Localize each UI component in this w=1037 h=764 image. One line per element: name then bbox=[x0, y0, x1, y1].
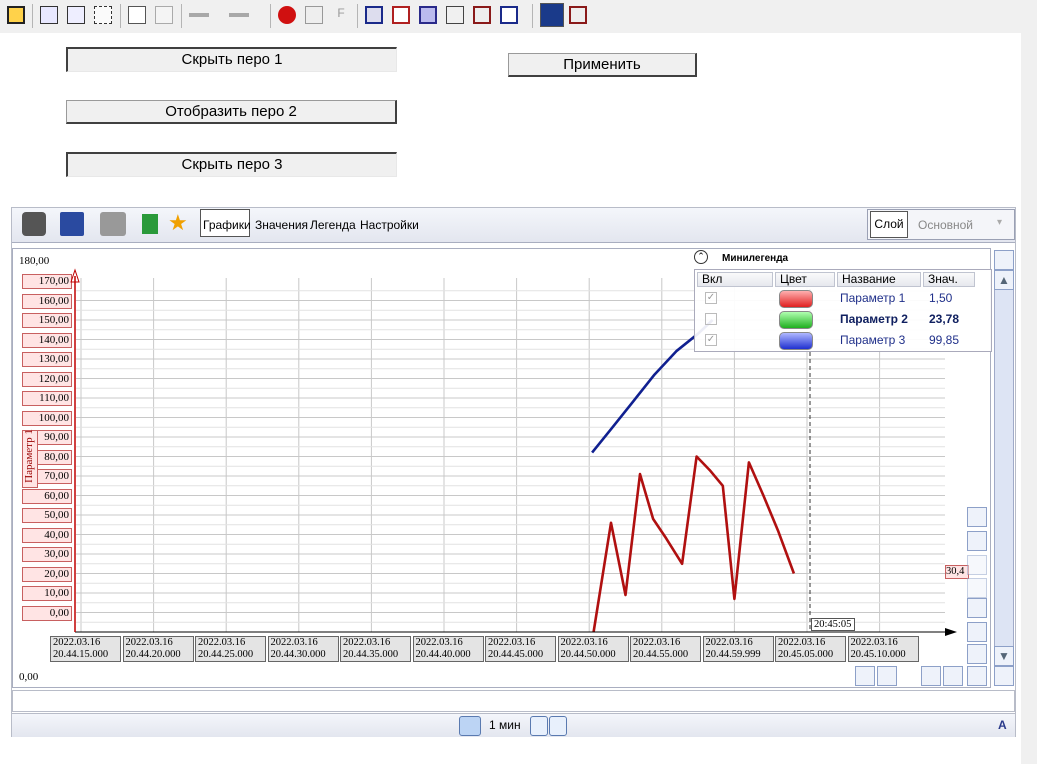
x-tick-date: 2022.03.16 bbox=[778, 637, 826, 648]
cursor-value-label: 30,4 bbox=[945, 565, 969, 579]
x-tick-date: 2022.03.16 bbox=[488, 637, 536, 648]
x-tick-label: 2022.03.16 20.44.30.000 bbox=[267, 636, 339, 662]
x-tick-time: 20.44.15.000 bbox=[53, 649, 109, 660]
scroll-down-icon[interactable]: ▼ bbox=[994, 646, 1014, 666]
status-row bbox=[12, 690, 1015, 712]
x-tick-date: 2022.03.16 bbox=[270, 637, 318, 648]
legend-value-1: 1,50 bbox=[929, 291, 953, 305]
x-tick-time: 20.44.30.000 bbox=[270, 649, 326, 660]
x-tick-label: 2022.03.16 20.44.15.000 bbox=[50, 636, 121, 662]
zoom-in-icon[interactable] bbox=[967, 598, 987, 618]
edit-icon[interactable] bbox=[967, 644, 987, 664]
legend-color-swatch-1 bbox=[779, 290, 813, 308]
redo-icon[interactable] bbox=[967, 578, 987, 598]
x-tick-date: 2022.03.16 bbox=[125, 637, 173, 648]
legend-header-color[interactable]: Цвет bbox=[775, 272, 835, 287]
x-tick-time: 20.44.25.000 bbox=[198, 649, 254, 660]
x-tick-time: 20.44.50.000 bbox=[560, 649, 616, 660]
x-tick-time: 20.44.40.000 bbox=[415, 649, 471, 660]
search-icon[interactable] bbox=[967, 666, 987, 686]
legend-color-swatch-3 bbox=[779, 332, 813, 350]
x-tick-time: 20.44.55.000 bbox=[633, 649, 689, 660]
interval-label[interactable]: 1 мин bbox=[489, 718, 521, 732]
ruler-icon[interactable] bbox=[967, 531, 987, 551]
x-tick-time: 20.45.05.000 bbox=[778, 649, 834, 660]
x-tick-label: 2022.03.16 20.45.10.000 bbox=[847, 636, 919, 662]
step-back-icon[interactable] bbox=[530, 716, 548, 736]
scroll-up-icon[interactable]: ▲ bbox=[994, 270, 1014, 290]
x-tick-date: 2022.03.16 bbox=[633, 637, 681, 648]
x-tick-date: 2022.03.16 bbox=[53, 637, 101, 648]
x-tick-date: 2022.03.16 bbox=[198, 637, 246, 648]
x-tick-label: 2022.03.16 20.44.55.000 bbox=[630, 636, 701, 662]
x-tick-label: 2022.03.16 20.45.05.000 bbox=[775, 636, 846, 662]
legend-title: Минилегенда bbox=[722, 253, 789, 264]
legend-header-name[interactable]: Название bbox=[837, 272, 921, 287]
zoom-out-horizontal-icon[interactable] bbox=[943, 666, 963, 686]
plot-scrollbar[interactable] bbox=[994, 250, 1014, 686]
zoom-out-icon[interactable] bbox=[967, 622, 987, 642]
scroll-bottom-icon[interactable] bbox=[994, 666, 1014, 686]
x-tick-time: 20.44.59.999 bbox=[705, 649, 761, 660]
legend-name-1: Параметр 1 bbox=[840, 291, 906, 305]
mini-legend: Вкл Цвет Название Знач. ✓ Параметр 1 1,5… bbox=[694, 269, 992, 352]
legend-checkbox-3[interactable]: ✓ bbox=[705, 334, 717, 346]
undo-icon[interactable] bbox=[967, 555, 987, 575]
step-forward-icon[interactable] bbox=[549, 716, 567, 736]
legend-checkbox-1[interactable]: ✓ bbox=[705, 292, 717, 304]
x-tick-label: 2022.03.16 20.44.45.000 bbox=[485, 636, 556, 662]
bottom-bar: 1 мин A bbox=[12, 713, 1015, 737]
legend-checkbox-2[interactable] bbox=[705, 313, 717, 325]
legend-name-3: Параметр 3 bbox=[840, 333, 906, 347]
x-tick-date: 2022.03.16 bbox=[850, 637, 898, 648]
cursor-time-label: 20:45:05 bbox=[811, 618, 855, 631]
legend-value-3: 99,85 bbox=[929, 333, 960, 347]
x-tick-time: 20.44.45.000 bbox=[488, 649, 544, 660]
x-tick-time: 20.44.35.000 bbox=[343, 649, 399, 660]
select-area-icon[interactable] bbox=[967, 507, 987, 527]
legend-color-swatch-2 bbox=[779, 311, 813, 329]
legend-name-2: Параметр 2 bbox=[840, 312, 908, 326]
rows-icon[interactable] bbox=[877, 666, 897, 686]
x-tick-label: 2022.03.16 20.44.20.000 bbox=[122, 636, 194, 662]
x-tick-label: 2022.03.16 20.44.50.000 bbox=[557, 636, 629, 662]
x-tick-label: 2022.03.16 20.44.40.000 bbox=[412, 636, 484, 662]
x-axis-arrow bbox=[945, 628, 957, 636]
x-tick-label: 2022.03.16 20.44.35.000 bbox=[340, 636, 411, 662]
scroll-top-icon[interactable] bbox=[994, 250, 1014, 270]
columns-icon[interactable] bbox=[855, 666, 875, 686]
x-tick-time: 20.44.20.000 bbox=[125, 649, 181, 660]
x-tick-date: 2022.03.16 bbox=[343, 637, 391, 648]
x-tick-date: 2022.03.16 bbox=[705, 637, 753, 648]
legend-header-value[interactable]: Знач. bbox=[923, 272, 975, 287]
collapse-legend-icon[interactable]: ⌃ bbox=[694, 250, 708, 264]
legend-value-2: 23,78 bbox=[929, 312, 960, 326]
realtime-icon[interactable] bbox=[459, 716, 481, 736]
zoom-in-horizontal-icon[interactable] bbox=[921, 666, 941, 686]
x-tick-label: 2022.03.16 20.44.25.000 bbox=[195, 636, 266, 662]
x-tick-date: 2022.03.16 bbox=[560, 637, 608, 648]
x-tick-label: 2022.03.16 20.44.59.999 bbox=[702, 636, 774, 662]
font-size-icon[interactable]: A bbox=[998, 718, 1007, 732]
legend-header-enabled[interactable]: Вкл bbox=[697, 272, 773, 287]
x-tick-date: 2022.03.16 bbox=[415, 637, 463, 648]
x-tick-time: 20.45.10.000 bbox=[850, 649, 906, 660]
